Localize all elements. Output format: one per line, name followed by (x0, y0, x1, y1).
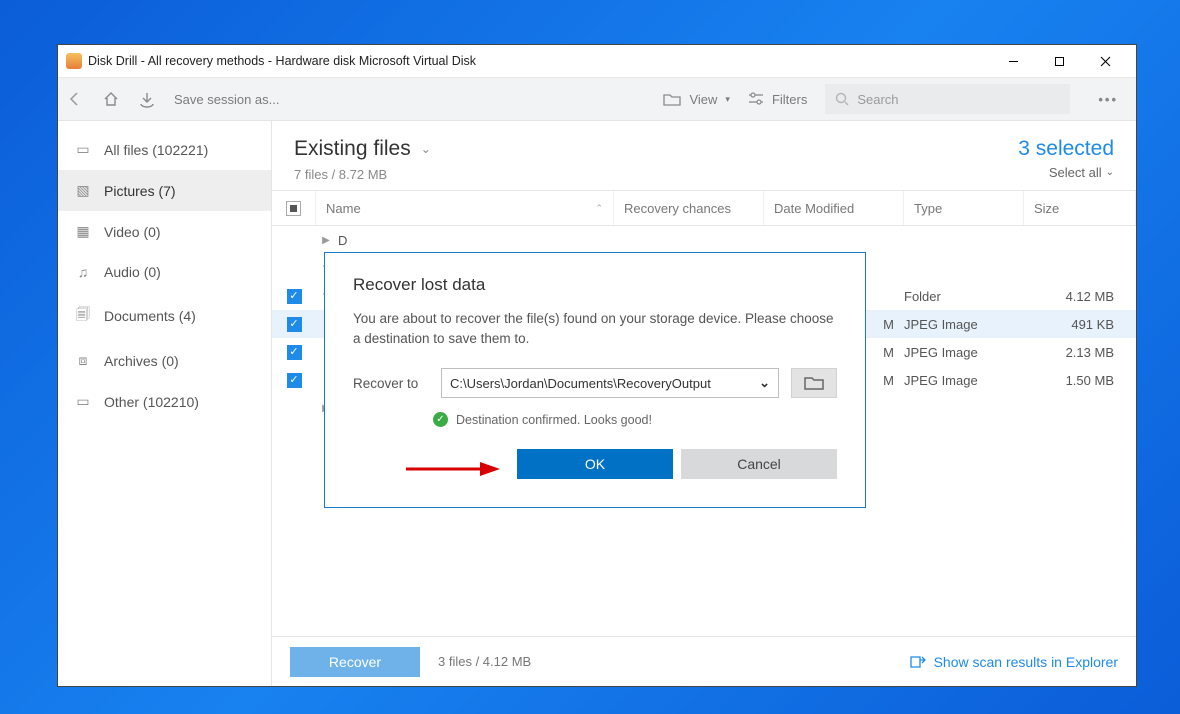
footer: Recover 3 files / 4.12 MB Show scan resu… (272, 636, 1136, 686)
sidebar-item-all[interactable]: ▭All files (102221) (58, 129, 271, 170)
folder-icon (804, 375, 824, 391)
page-title[interactable]: Existing files⌄ (294, 137, 431, 161)
show-in-explorer-link[interactable]: Show scan results in Explorer (910, 654, 1118, 670)
row-checkbox[interactable]: ✓ (272, 317, 316, 332)
filters-button[interactable]: Filters (748, 92, 807, 107)
row-type: JPEG Image (904, 345, 1024, 360)
sidebar-item-other[interactable]: ▭Other (102210) (58, 381, 271, 422)
select-all-button[interactable]: Select all⌄ (1018, 165, 1114, 180)
sidebar-item-archives[interactable]: ⧈Archives (0) (58, 340, 271, 381)
titlebar: Disk Drill - All recovery methods - Hard… (58, 45, 1136, 77)
sidebar-item-video[interactable]: ▦Video (0) (58, 211, 271, 252)
check-circle-icon: ✓ (433, 412, 448, 427)
table-header: Name⌃ Recovery chances Date Modified Typ… (272, 190, 1136, 226)
minimize-button[interactable] (990, 45, 1036, 77)
row-type: JPEG Image (904, 373, 1024, 388)
row-size: 491 KB (1024, 317, 1136, 332)
archive-icon: ⧈ (74, 352, 92, 369)
col-type[interactable]: Type (904, 191, 1024, 225)
dialog-title: Recover lost data (353, 275, 837, 295)
maximize-button[interactable] (1036, 45, 1082, 77)
chevron-down-icon: ⌄ (759, 375, 770, 391)
save-session-button[interactable]: Save session as... (174, 92, 280, 107)
home-icon[interactable] (102, 90, 120, 108)
dialog-body: You are about to recover the file(s) fou… (353, 309, 837, 348)
more-button[interactable]: ••• (1088, 92, 1128, 107)
download-icon[interactable] (138, 90, 156, 108)
stack-icon: ▭ (74, 141, 92, 158)
export-icon (910, 655, 926, 669)
row-checkbox[interactable]: ✓ (272, 373, 316, 388)
browse-folder-button[interactable] (791, 368, 837, 398)
col-size[interactable]: Size (1024, 191, 1136, 225)
row-checkbox[interactable]: ✓ (272, 289, 316, 304)
sidebar-item-pictures[interactable]: ▧Pictures (7) (58, 170, 271, 211)
row-name: D (336, 233, 764, 248)
destination-combo[interactable]: C:\Users\Jordan\Documents\RecoveryOutput… (441, 368, 779, 398)
col-date[interactable]: Date Modified (764, 191, 904, 225)
selected-count: 3 selected (1018, 137, 1114, 161)
search-input[interactable]: Search (825, 84, 1070, 114)
close-button[interactable] (1082, 45, 1128, 77)
sort-asc-icon: ⌃ (595, 203, 603, 214)
toolbar: Save session as... View ▾ Filters Search… (58, 77, 1136, 121)
chevron-down-icon: ▾ (725, 94, 730, 105)
other-icon: ▭ (74, 393, 92, 410)
row-type: Folder (904, 289, 1024, 304)
row-size: 2.13 MB (1024, 345, 1136, 360)
app-logo-icon (66, 53, 82, 69)
document-icon: 🗐 (74, 304, 92, 328)
row-type: JPEG Image (904, 317, 1024, 332)
expand-icon[interactable]: ▶ (316, 235, 336, 246)
table-row[interactable]: ▶D (272, 226, 1136, 254)
sidebar-item-audio[interactable]: ♫Audio (0) (58, 252, 271, 292)
ok-button[interactable]: OK (517, 449, 673, 479)
sliders-icon (748, 92, 764, 106)
footer-info: 3 files / 4.12 MB (438, 654, 531, 669)
destination-confirm: ✓ Destination confirmed. Looks good! (433, 412, 837, 427)
back-icon[interactable] (66, 90, 84, 108)
folder-icon (663, 92, 681, 106)
app-window: Disk Drill - All recovery methods - Hard… (57, 44, 1137, 687)
search-icon (835, 92, 849, 106)
sidebar: ▭All files (102221) ▧Pictures (7) ▦Video… (58, 121, 272, 686)
recover-button[interactable]: Recover (290, 647, 420, 677)
row-size: 1.50 MB (1024, 373, 1136, 388)
music-icon: ♫ (74, 264, 92, 280)
select-all-checkbox[interactable] (272, 191, 316, 225)
row-checkbox[interactable]: ✓ (272, 345, 316, 360)
view-dropdown[interactable]: View ▾ (663, 92, 729, 107)
chevron-down-icon: ⌄ (421, 142, 431, 156)
cancel-button[interactable]: Cancel (681, 449, 837, 479)
recover-dialog: Recover lost data You are about to recov… (324, 252, 866, 508)
file-summary: 7 files / 8.72 MB (294, 167, 431, 182)
chevron-down-icon: ⌄ (1106, 167, 1114, 178)
video-icon: ▦ (74, 223, 92, 240)
picture-icon: ▧ (74, 182, 92, 199)
col-recovery[interactable]: Recovery chances (614, 191, 764, 225)
window-title: Disk Drill - All recovery methods - Hard… (88, 54, 476, 68)
col-name[interactable]: Name⌃ (316, 191, 614, 225)
recover-to-label: Recover to (353, 376, 429, 391)
sidebar-item-documents[interactable]: 🗐Documents (4) (58, 292, 271, 340)
row-size: 4.12 MB (1024, 289, 1136, 304)
